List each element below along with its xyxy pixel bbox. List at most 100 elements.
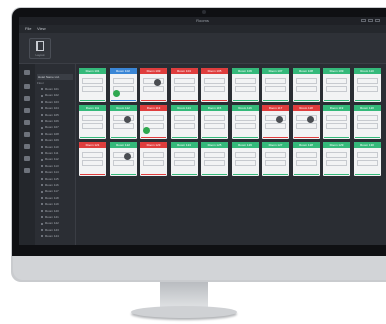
tree-item[interactable]: Room 105: [41, 113, 59, 118]
tree-item[interactable]: Room 119: [41, 202, 59, 207]
maximize-icon[interactable]: [368, 19, 373, 22]
tree-item[interactable]: Room 121: [41, 215, 59, 220]
minimize-icon[interactable]: [361, 19, 366, 22]
info-icon[interactable]: [24, 132, 30, 137]
menu-view[interactable]: View: [37, 25, 46, 33]
room-card[interactable]: Room 121: [79, 142, 106, 176]
room-card[interactable]: Room 122: [109, 142, 137, 176]
room-card[interactable]: Room 130: [353, 142, 381, 176]
room-card-slot: [143, 152, 164, 158]
room-card-slot: [356, 115, 378, 121]
tree-item[interactable]: Room 112: [41, 157, 59, 162]
room-card[interactable]: Room 126: [231, 142, 259, 176]
status-bar: [110, 100, 136, 101]
room-card-title: Room 126: [231, 142, 259, 148]
tree-item[interactable]: Room 114: [41, 170, 59, 175]
gear-icon[interactable]: [24, 120, 30, 125]
grid-icon[interactable]: [24, 84, 30, 89]
room-card-slot: [356, 160, 378, 166]
close-icon[interactable]: [375, 19, 380, 22]
user-icon[interactable]: [24, 144, 30, 149]
room-card[interactable]: Room 107: [262, 68, 289, 102]
room-card-title: Room 104: [170, 68, 198, 74]
room-card[interactable]: Room 120: [353, 105, 381, 139]
tree-item[interactable]: Room 102: [41, 93, 59, 98]
room-card-slot: [82, 115, 103, 121]
room-icon: [41, 177, 43, 180]
room-card[interactable]: Room 116: [231, 105, 259, 139]
knob-icon: [123, 116, 131, 123]
help-icon[interactable]: [24, 168, 30, 173]
tree-subheader: Floor: [37, 81, 44, 85]
layout-button[interactable]: Layout: [29, 38, 51, 59]
tree-item[interactable]: Room 115: [41, 177, 59, 182]
room-icon: [41, 139, 43, 142]
room-card[interactable]: Room 102: [109, 68, 137, 102]
status-bar: [263, 100, 288, 101]
list-icon[interactable]: [24, 108, 30, 113]
tree-item[interactable]: Room 116: [41, 183, 59, 188]
tree-item[interactable]: Room 106: [41, 119, 59, 124]
tree-item[interactable]: Room 110: [41, 145, 59, 150]
status-bar: [110, 137, 136, 138]
room-card[interactable]: Room 123: [140, 142, 167, 176]
printer-icon[interactable]: [24, 96, 30, 101]
room-card[interactable]: Room 128: [292, 142, 320, 176]
tree-item[interactable]: Room 103: [41, 100, 59, 105]
tree-item-label: Room 115: [45, 176, 59, 181]
tree-item[interactable]: Room 109: [41, 138, 59, 143]
room-card[interactable]: Room 119: [323, 105, 350, 139]
tree-item[interactable]: Room 107: [41, 125, 59, 130]
tree-item[interactable]: Room 122: [41, 221, 59, 226]
tree-header[interactable]: Hotel Name Ltd.: [37, 74, 73, 80]
room-card-slot: [173, 160, 195, 166]
tree-item-label: Room 101: [45, 87, 59, 91]
tree-item[interactable]: Room 104: [41, 106, 59, 111]
room-card[interactable]: Room 109: [323, 68, 350, 102]
tree-item[interactable]: Room 101: [41, 87, 59, 92]
room-icon: [41, 235, 43, 238]
room-card[interactable]: Room 115: [201, 105, 228, 139]
room-card[interactable]: Room 111: [79, 105, 106, 139]
room-card[interactable]: Room 114: [170, 105, 198, 139]
room-card[interactable]: Room 124: [170, 142, 198, 176]
room-card-title: Room 108: [292, 68, 320, 74]
room-card[interactable]: Room 118: [292, 105, 320, 139]
room-card-title: Room 111: [79, 105, 106, 111]
webcam: [202, 10, 206, 14]
monitor-stand-base: [131, 306, 237, 318]
room-card[interactable]: Room 105: [201, 68, 228, 102]
room-card[interactable]: Room 127: [262, 142, 289, 176]
tree-item[interactable]: Room 124: [41, 234, 59, 239]
room-card[interactable]: Room 101: [79, 68, 106, 102]
room-card[interactable]: Room 104: [170, 68, 198, 102]
knob-icon: [154, 79, 161, 86]
room-card[interactable]: Room 112: [109, 105, 137, 139]
tree-item[interactable]: Room 111: [41, 151, 58, 156]
room-card[interactable]: Room 113: [140, 105, 167, 139]
status-bar: [80, 137, 105, 138]
room-icon: [41, 216, 43, 219]
room-card-title: Room 106: [231, 68, 259, 74]
room-card[interactable]: Room 129: [323, 142, 350, 176]
room-card[interactable]: Room 110: [353, 68, 381, 102]
layout-label: Layout: [35, 53, 45, 57]
room-icon: [41, 209, 43, 212]
room-card[interactable]: Room 108: [292, 68, 320, 102]
room-card-title: Room 124: [170, 142, 198, 148]
tree-item[interactable]: Room 120: [41, 209, 59, 214]
room-card[interactable]: Room 117: [262, 105, 289, 139]
tool-icon[interactable]: [24, 156, 30, 161]
building-icon[interactable]: [24, 70, 30, 75]
tree-item[interactable]: Room 123: [41, 228, 59, 233]
tree-item-label: Room 124: [45, 234, 59, 239]
tree-item[interactable]: Room 113: [41, 164, 59, 169]
tree-item[interactable]: Room 118: [41, 196, 59, 201]
tree-item[interactable]: Room 117: [41, 189, 59, 194]
tree-item[interactable]: Room 108: [41, 132, 59, 137]
room-card[interactable]: Room 106: [231, 68, 259, 102]
menu-file[interactable]: File: [25, 25, 31, 33]
status-bar: [232, 174, 258, 175]
room-card[interactable]: Room 103: [140, 68, 167, 102]
room-card[interactable]: Room 125: [201, 142, 228, 176]
